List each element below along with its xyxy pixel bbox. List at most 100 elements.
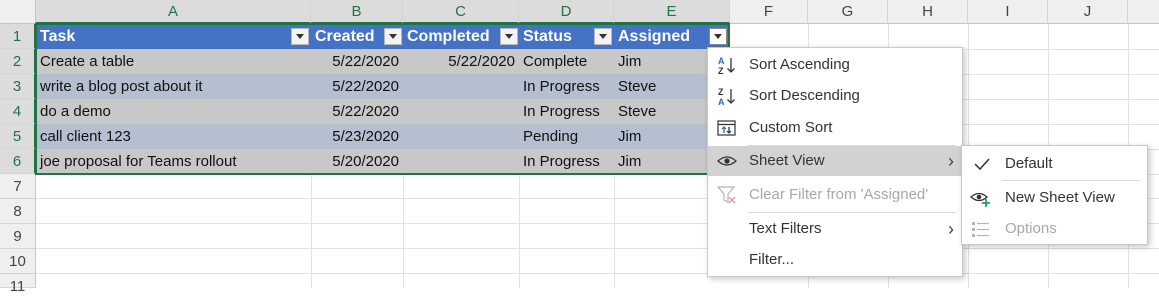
submenu-item-default[interactable]: Default <box>962 149 1147 179</box>
cell-created[interactable]: 5/22/2020 <box>311 49 403 74</box>
cell-task[interactable]: write a blog post about it <box>36 74 311 99</box>
submenu-item-label: Default <box>1005 155 1053 172</box>
cell-task[interactable]: joe proposal for Teams rollout <box>36 149 311 174</box>
svg-text:Z: Z <box>718 66 724 75</box>
column-header-b[interactable]: B <box>311 0 403 24</box>
row-header-8[interactable]: 8 <box>0 199 36 224</box>
cell-status[interactable]: In Progress <box>519 99 614 124</box>
submenu-item-label: New Sheet View <box>1005 189 1115 206</box>
eye-icon <box>716 151 738 171</box>
cell-completed[interactable] <box>403 124 519 149</box>
chevron-right-icon: › <box>948 151 954 171</box>
gridline <box>36 273 1159 274</box>
column-header-k[interactable] <box>1128 0 1159 24</box>
new-sheet-view-icon <box>970 188 992 208</box>
menu-item-clear-filter[interactable]: Clear Filter from 'Assigned' <box>708 180 962 210</box>
submenu-item-options[interactable]: Options <box>962 214 1147 244</box>
menu-item-text-filters[interactable]: Text Filters › <box>708 214 962 244</box>
cell-completed[interactable] <box>403 149 519 174</box>
cell-status[interactable]: In Progress <box>519 74 614 99</box>
filter-context-menu: AZ Sort Ascending ZA Sort Descending Cus… <box>707 47 963 277</box>
cell-status[interactable]: Pending <box>519 124 614 149</box>
row-header-1[interactable]: 1 <box>0 24 36 49</box>
checkmark-icon <box>972 154 994 174</box>
column-header-i[interactable]: I <box>968 0 1048 24</box>
svg-text:A: A <box>718 56 725 66</box>
cell-created[interactable]: 5/20/2020 <box>311 149 403 174</box>
row-header-2[interactable]: 2 <box>0 49 36 74</box>
select-all-corner[interactable] <box>0 0 36 24</box>
filter-dropdown-task[interactable] <box>291 28 309 45</box>
list-options-icon <box>970 219 992 239</box>
row-header-5[interactable]: 5 <box>0 124 36 149</box>
menu-item-label: Sort Ascending <box>749 56 850 73</box>
filter-dropdown-status[interactable] <box>594 28 612 45</box>
row-header-7[interactable]: 7 <box>0 174 36 199</box>
menu-item-sheet-view[interactable]: Sheet View › <box>708 146 962 176</box>
column-header-f[interactable]: F <box>730 0 808 24</box>
cell-created[interactable]: 5/23/2020 <box>311 124 403 149</box>
column-header-j[interactable]: J <box>1048 0 1128 24</box>
chevron-right-icon: › <box>948 219 954 239</box>
cell-task[interactable]: do a demo <box>36 99 311 124</box>
column-header-a[interactable]: A <box>36 0 311 24</box>
column-header-e[interactable]: E <box>614 0 730 24</box>
menu-item-custom-sort[interactable]: Custom Sort <box>708 113 962 143</box>
cell-completed[interactable] <box>403 74 519 99</box>
menu-item-filter[interactable]: Filter... <box>708 245 962 275</box>
menu-item-sort-ascending[interactable]: AZ Sort Ascending <box>708 50 962 80</box>
row-header-4[interactable]: 4 <box>0 99 36 124</box>
menu-separator <box>748 212 956 213</box>
custom-sort-icon <box>716 118 738 138</box>
column-header-h[interactable]: H <box>888 0 968 24</box>
table-row: do a demo 5/22/2020 In Progress Steve <box>36 99 730 124</box>
menu-item-label: Sheet View <box>749 152 825 169</box>
clear-filter-icon <box>716 185 738 205</box>
menu-separator <box>1002 180 1141 181</box>
sheet-view-submenu: Default New Sheet View Options <box>961 145 1148 245</box>
sort-descending-icon: ZA <box>716 86 738 107</box>
cell-completed[interactable]: 5/22/2020 <box>403 49 519 74</box>
table-row: call client 123 5/23/2020 Pending Jim <box>36 124 730 149</box>
sort-ascending-icon: AZ <box>716 55 738 76</box>
menu-item-label: Sort Descending <box>749 87 860 104</box>
cell-task[interactable]: Create a table <box>36 49 311 74</box>
cell-completed[interactable] <box>403 99 519 124</box>
table-row: write a blog post about it 5/22/2020 In … <box>36 74 730 99</box>
gridline <box>311 175 312 288</box>
filter-dropdown-completed[interactable] <box>500 28 518 45</box>
excel-table[interactable]: Task Created Completed Status Assigned C… <box>36 24 730 175</box>
cell-task[interactable]: call client 123 <box>36 124 311 149</box>
submenu-item-label: Options <box>1005 220 1057 237</box>
svg-text:Z: Z <box>718 87 724 97</box>
menu-item-label: Filter... <box>749 251 795 268</box>
filter-dropdown-assigned[interactable] <box>709 28 727 45</box>
gridline <box>614 175 615 288</box>
row-header-11[interactable]: 11 <box>0 274 36 295</box>
cell-created[interactable]: 5/22/2020 <box>311 99 403 124</box>
table-row: Create a table 5/22/2020 5/22/2020 Compl… <box>36 49 730 74</box>
cell-status[interactable]: Complete <box>519 49 614 74</box>
column-header-g[interactable]: G <box>808 0 888 24</box>
table-header-row: Task Created Completed Status Assigned <box>36 24 730 49</box>
menu-item-label: Clear Filter from 'Assigned' <box>749 186 929 203</box>
row-header-9[interactable]: 9 <box>0 224 36 249</box>
gridline <box>519 175 520 288</box>
cell-status[interactable]: In Progress <box>519 149 614 174</box>
gridline <box>36 248 1159 249</box>
menu-item-sort-descending[interactable]: ZA Sort Descending <box>708 81 962 111</box>
svg-text:A: A <box>718 97 725 106</box>
gridline <box>403 175 404 288</box>
row-header-3[interactable]: 3 <box>0 74 36 99</box>
table-row: joe proposal for Teams rollout 5/20/2020… <box>36 149 730 174</box>
header-cell-task[interactable]: Task <box>36 24 311 49</box>
submenu-item-new-sheet-view[interactable]: New Sheet View <box>962 183 1147 213</box>
filter-dropdown-created[interactable] <box>384 28 402 45</box>
row-header-10[interactable]: 10 <box>0 249 36 274</box>
cell-created[interactable]: 5/22/2020 <box>311 74 403 99</box>
row-header-6[interactable]: 6 <box>0 149 36 174</box>
menu-item-label: Text Filters <box>749 220 822 237</box>
menu-item-label: Custom Sort <box>749 119 833 136</box>
column-header-c[interactable]: C <box>403 0 519 24</box>
column-header-d[interactable]: D <box>519 0 614 24</box>
